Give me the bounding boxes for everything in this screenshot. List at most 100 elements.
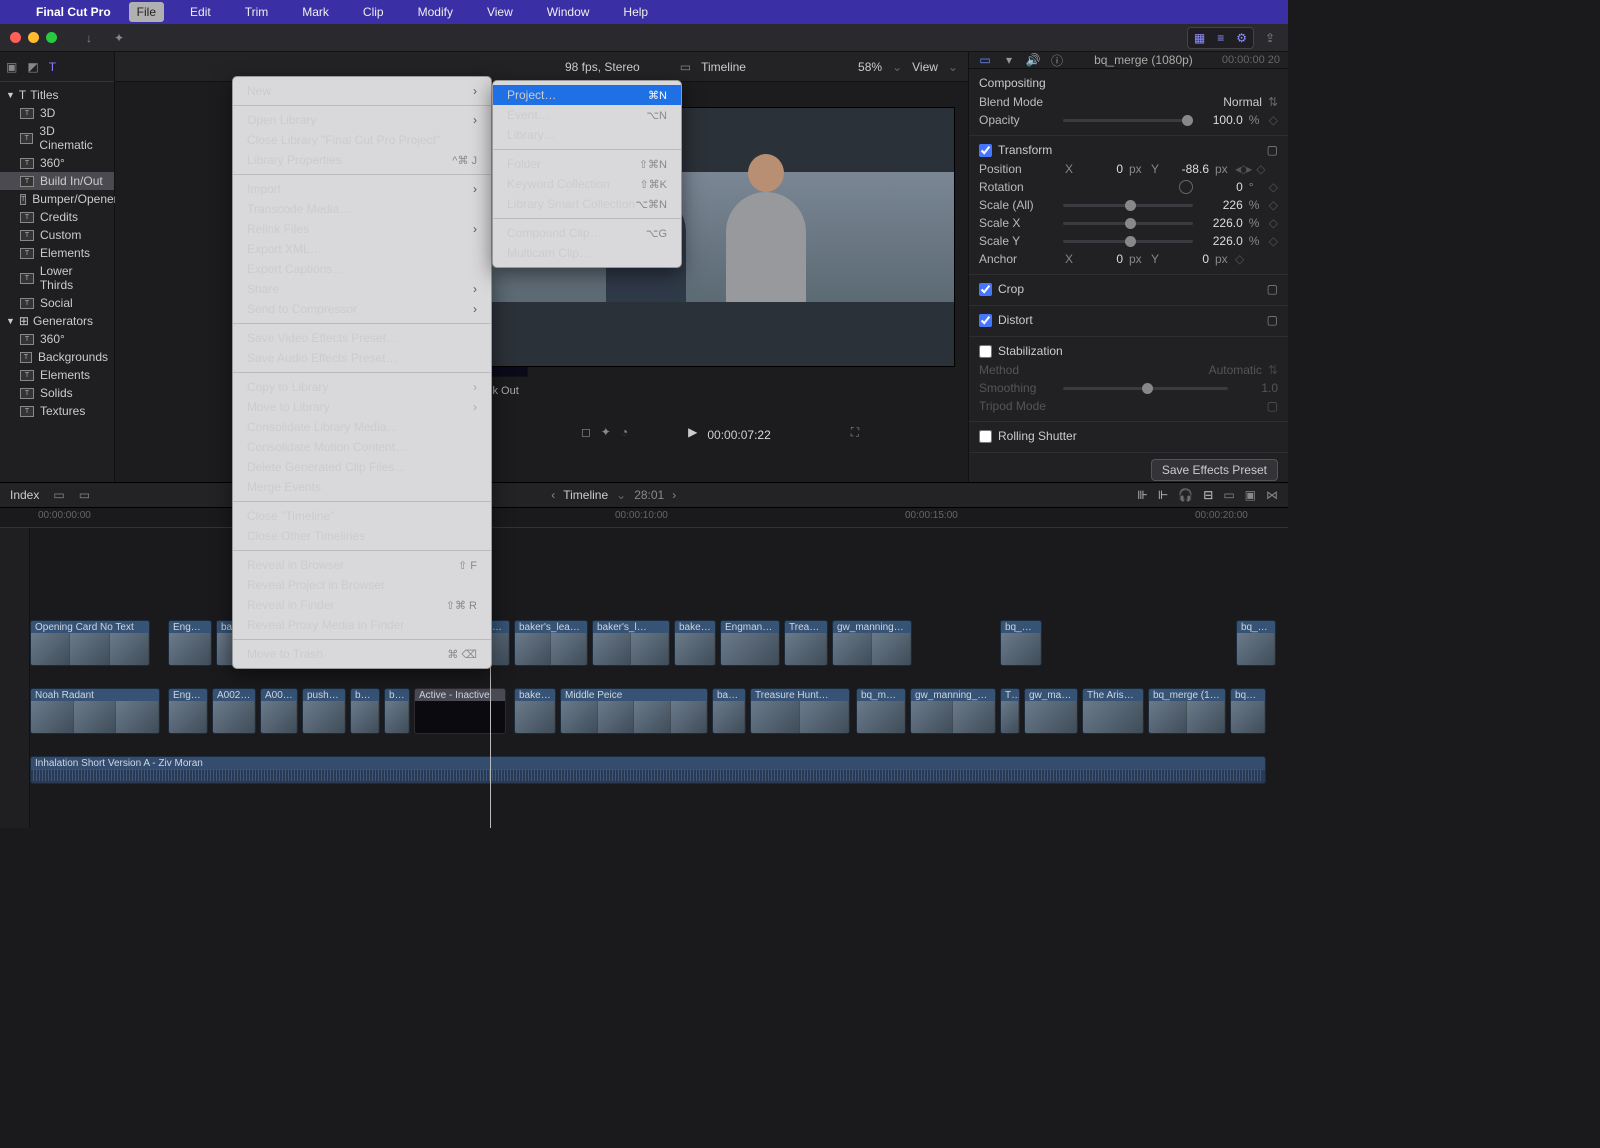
snapping-icon[interactable]: ⊟: [1203, 488, 1213, 502]
workspace-toggle[interactable]: ▦ ≡ ⚙: [1187, 27, 1254, 49]
timeline-clip[interactable]: baker's…: [514, 688, 556, 734]
timeline-clip[interactable]: bak…: [712, 688, 746, 734]
sidebar-item[interactable]: TBackgrounds: [0, 348, 114, 366]
menu-clip[interactable]: Clip: [355, 2, 392, 22]
keyframe-icon[interactable]: ◇: [1269, 198, 1278, 212]
scale-all-value[interactable]: 226: [1199, 198, 1243, 212]
sidebar-item[interactable]: TCredits: [0, 208, 114, 226]
sidebar-titles-header[interactable]: ▼ T Titles: [0, 86, 114, 104]
menu-mark[interactable]: Mark: [294, 2, 337, 22]
rolling-shutter-checkbox[interactable]: [979, 430, 992, 443]
menu-item[interactable]: Consolidate Library Media…: [233, 417, 491, 437]
next-edit-icon[interactable]: ›: [672, 488, 676, 502]
scale-y-value[interactable]: 226.0: [1199, 234, 1243, 248]
smoothing-value[interactable]: 1.0: [1234, 381, 1278, 395]
timeline-clip[interactable]: Engmant…: [168, 620, 212, 666]
tripod-checkbox[interactable]: ▢: [1267, 399, 1278, 413]
sidebar-item[interactable]: TTextures: [0, 402, 114, 420]
keyframe-icon[interactable]: ◇: [1269, 113, 1278, 127]
zoom-level[interactable]: 58%: [858, 60, 882, 74]
transform-checkbox[interactable]: [979, 144, 992, 157]
reset-icon[interactable]: ▢: [1267, 282, 1278, 296]
timeline-clip[interactable]: Treasu…: [784, 620, 828, 666]
sidebar-generators-header[interactable]: ▼ ⊞ Generators: [0, 312, 114, 330]
share-icon[interactable]: ⇪: [1262, 30, 1278, 46]
timeline-clip[interactable]: push_pi…: [302, 688, 346, 734]
menu-item[interactable]: Reveal Project in Browser: [233, 575, 491, 595]
menu-item[interactable]: Send to Compressor: [233, 299, 491, 319]
scale-x-slider[interactable]: [1063, 222, 1193, 225]
menu-item[interactable]: Share: [233, 279, 491, 299]
menu-window[interactable]: Window: [539, 2, 598, 22]
reset-icon[interactable]: ▢: [1267, 143, 1278, 157]
index-button[interactable]: Index: [10, 488, 39, 502]
video-inspector-icon[interactable]: ▭: [977, 52, 993, 68]
timeline-clip[interactable]: baker's_leadership_training-_ftx_20…: [514, 620, 588, 666]
menu-item[interactable]: Event…⌥N: [493, 105, 681, 125]
stabilization-header[interactable]: Stabilization: [979, 341, 1278, 361]
timeline-clip[interactable]: b…: [350, 688, 380, 734]
keyframe-icon[interactable]: ◇: [1269, 216, 1278, 230]
sidebar-item[interactable]: T360°: [0, 330, 114, 348]
distort-checkbox[interactable]: [979, 314, 992, 327]
timeline-clip[interactable]: gw_mann…: [1024, 688, 1078, 734]
distort-header[interactable]: Distort▢: [979, 310, 1278, 330]
menu-item[interactable]: Library…: [493, 125, 681, 145]
keyframe-icon[interactable]: ◇: [1269, 180, 1278, 194]
keyframe-icon[interactable]: ◇: [1235, 252, 1244, 266]
sidebar-item[interactable]: TSocial: [0, 294, 114, 312]
zoom-icon[interactable]: [46, 32, 57, 43]
sidebar-item[interactable]: TBumper/Opener: [0, 190, 114, 208]
menu-item[interactable]: Relink Files: [233, 219, 491, 239]
insert-icon[interactable]: ▭: [53, 488, 64, 502]
retime-icon[interactable]: ◔: [621, 425, 628, 439]
save-effects-preset-button[interactable]: Save Effects Preset: [1151, 459, 1278, 481]
scale-all-slider[interactable]: [1063, 204, 1193, 207]
adjust-icon[interactable]: ⚙: [1230, 28, 1253, 48]
timeline-title[interactable]: Timeline: [563, 488, 608, 502]
close-icon[interactable]: [10, 32, 21, 43]
compositing-header[interactable]: Compositing: [979, 73, 1278, 93]
sidebar-item[interactable]: TElements: [0, 366, 114, 384]
crop-tool-icon[interactable]: ◻: [581, 425, 591, 439]
menu-edit[interactable]: Edit: [182, 2, 219, 22]
timeline-clip[interactable]: gw_manning_bro…: [832, 620, 912, 666]
menu-item[interactable]: Library Smart Collection⌥⌘N: [493, 194, 681, 214]
reset-icon[interactable]: ▢: [1267, 313, 1278, 327]
sidebar-item[interactable]: TSolids: [0, 384, 114, 402]
import-icon[interactable]: ↓: [81, 30, 97, 46]
sidebar-item[interactable]: TElements: [0, 244, 114, 262]
method-select[interactable]: Automatic: [1209, 363, 1262, 377]
titles-tab-icon[interactable]: T: [49, 60, 56, 74]
menu-item[interactable]: Save Video Effects Preset…: [233, 328, 491, 348]
stabilization-checkbox[interactable]: [979, 345, 992, 358]
timeline-audio-clip[interactable]: Inhalation Short Version A - Ziv Moran: [30, 756, 1266, 784]
timeline-clip[interactable]: Opening Card No Text: [30, 620, 150, 666]
menu-item[interactable]: Reveal in Browser⇧ F: [233, 555, 491, 575]
menu-modify[interactable]: Modify: [410, 2, 461, 22]
timeline-clip[interactable]: Active - Inactive: [414, 688, 506, 734]
menu-item[interactable]: New: [233, 81, 491, 101]
snap-icon[interactable]: ⊪: [1137, 488, 1147, 502]
minimize-icon[interactable]: [28, 32, 39, 43]
menu-item[interactable]: Import: [233, 179, 491, 199]
scale-y-slider[interactable]: [1063, 240, 1193, 243]
timeline-clip[interactable]: Noah Radant: [30, 688, 160, 734]
menu-item[interactable]: Export XML…: [233, 239, 491, 259]
timeline-tracks[interactable]: Opening Card No Text Engmant… baker's_lead…: [0, 528, 1288, 828]
transitions-icon[interactable]: ⋈: [1266, 488, 1278, 502]
enhance-icon[interactable]: ✦: [601, 425, 611, 439]
rolling-shutter-header[interactable]: Rolling Shutter: [979, 426, 1278, 446]
menu-help[interactable]: Help: [615, 2, 656, 22]
sidebar-item[interactable]: TCustom: [0, 226, 114, 244]
timeline-clip[interactable]: bq_…: [1236, 620, 1276, 666]
color-inspector-icon[interactable]: ▾: [1001, 52, 1017, 68]
keyframe-nav[interactable]: ◂◇▸: [1235, 162, 1250, 176]
anchor-y[interactable]: 0: [1165, 252, 1209, 266]
sidebar-item[interactable]: TLower Thirds: [0, 262, 114, 294]
scale-x-value[interactable]: 226.0: [1199, 216, 1243, 230]
timeline-clip[interactable]: bq_…: [384, 688, 410, 734]
sidebar-item[interactable]: TBuild In/Out: [0, 172, 114, 190]
info-inspector-icon[interactable]: ⓘ: [1049, 52, 1065, 68]
keyword-icon[interactable]: ✦: [111, 30, 127, 46]
